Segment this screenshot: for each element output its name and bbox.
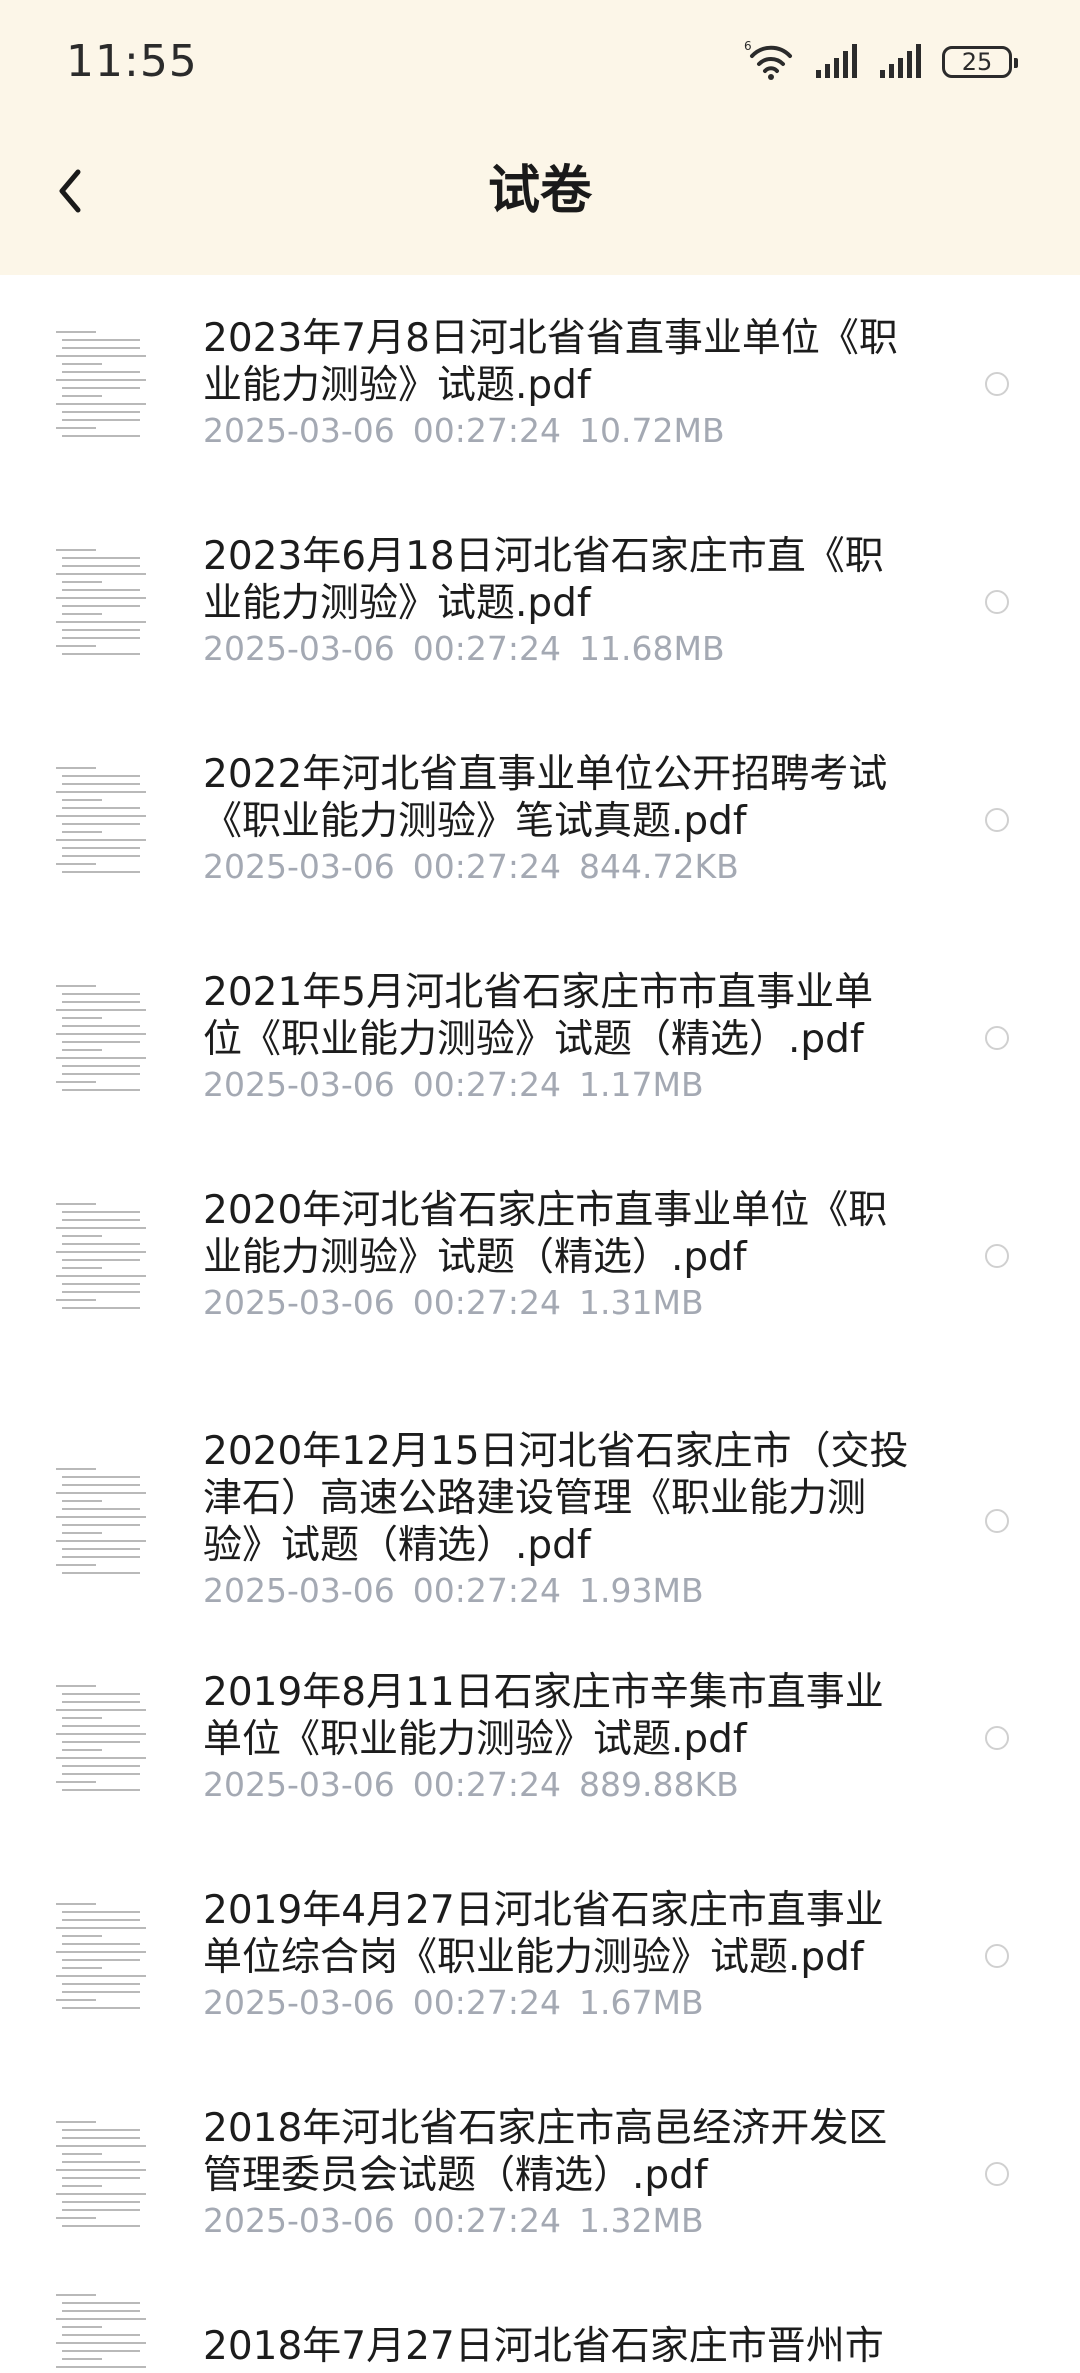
- file-list[interactable]: 2023年7月8日河北省省直事业单位《职 业能力测验》试题.pdf 2025-03…: [0, 275, 1080, 2373]
- file-time: 00:27:24: [412, 2201, 561, 2240]
- pdf-thumbnail: [52, 2287, 152, 2373]
- file-size: 1.32MB: [579, 2201, 704, 2240]
- file-name: 2023年7月8日河北省省直事业单位《职 业能力测验》试题.pdf: [203, 316, 898, 408]
- file-name: 2020年河北省石家庄市直事业单位《职 业能力测验》试题（精选）.pdf: [203, 1188, 888, 1280]
- file-name: 2022年河北省直事业单位公开招聘考试 《职业能力测验》笔试真题.pdf: [203, 752, 888, 844]
- file-name: 2020年12月15日河北省石家庄市（交投 津石）高速公路建设管理《职业能力测 …: [203, 1429, 909, 1568]
- file-name: 2018年河北省石家庄市高邑经济开发区 管理委员会试题（精选）.pdf: [203, 2106, 888, 2198]
- file-list-item[interactable]: 2019年8月11日石家庄市辛集市直事业 单位《职业能力测验》试题.pdf 202…: [0, 1669, 1080, 1807]
- file-date: 2025-03-06: [203, 847, 395, 886]
- file-list-item[interactable]: 2019年4月27日河北省石家庄市直事业 单位综合岗《职业能力测验》试题.pdf…: [0, 1887, 1080, 2025]
- file-meta: 2025-03-06 00:27:24 1.17MB: [203, 1063, 704, 1107]
- select-radio[interactable]: [985, 1026, 1009, 1050]
- file-list-item[interactable]: 2020年河北省石家庄市直事业单位《职 业能力测验》试题（精选）.pdf 2025…: [0, 1187, 1080, 1325]
- select-radio[interactable]: [985, 1508, 1009, 1533]
- status-time: 11:55: [66, 36, 198, 87]
- file-size: 1.17MB: [579, 1065, 704, 1104]
- file-meta: 2025-03-06 00:27:24 10.72MB: [203, 409, 725, 453]
- file-list-item[interactable]: 2022年河北省直事业单位公开招聘考试 《职业能力测验》笔试真题.pdf 2025…: [0, 751, 1080, 889]
- pdf-thumbnail: [52, 1679, 152, 1797]
- file-list-item[interactable]: 2020年12月15日河北省石家庄市（交投 津石）高速公路建设管理《职业能力测 …: [0, 1428, 1080, 1613]
- signal-icon: [878, 40, 924, 84]
- file-time: 00:27:24: [412, 411, 561, 450]
- file-time: 00:27:24: [412, 1065, 561, 1104]
- file-size: 1.31MB: [579, 1283, 704, 1322]
- file-name: 2021年5月河北省石家庄市市直事业单 位《职业能力测验》试题（精选）.pdf: [203, 970, 874, 1062]
- file-time: 00:27:24: [412, 629, 561, 668]
- file-date: 2025-03-06: [203, 1983, 395, 2022]
- file-date: 2025-03-06: [203, 411, 395, 450]
- file-list-item[interactable]: 2018年河北省石家庄市高邑经济开发区 管理委员会试题（精选）.pdf 2025-…: [0, 2105, 1080, 2243]
- file-date: 2025-03-06: [203, 1571, 395, 1610]
- file-meta: 2025-03-06 00:27:24 889.88KB: [203, 1763, 739, 1807]
- file-date: 2025-03-06: [203, 1283, 395, 1322]
- file-meta: 2025-03-06 00:27:24 1.31MB: [203, 1281, 704, 1325]
- file-name: 2019年8月11日石家庄市辛集市直事业 单位《职业能力测验》试题.pdf: [203, 1670, 884, 1762]
- file-size: 11.68MB: [579, 629, 725, 668]
- select-radio[interactable]: [985, 590, 1009, 614]
- file-meta: 2025-03-06 00:27:24 1.93MB: [203, 1569, 704, 1613]
- file-list-item[interactable]: 2023年6月18日河北省石家庄市直《职 业能力测验》试题.pdf 2025-03…: [0, 533, 1080, 671]
- file-meta: 2025-03-06 00:27:24 1.32MB: [203, 2199, 704, 2243]
- pdf-thumbnail: [52, 761, 152, 879]
- wifi-icon: 6: [744, 38, 796, 86]
- pdf-thumbnail: [52, 979, 152, 1097]
- file-date: 2025-03-06: [203, 629, 395, 668]
- pdf-thumbnail: [52, 325, 152, 443]
- file-date: 2025-03-06: [203, 1065, 395, 1104]
- svg-text:6: 6: [744, 39, 752, 53]
- signal-icon: [814, 40, 860, 84]
- select-radio[interactable]: [985, 808, 1009, 832]
- battery-level: 25: [961, 48, 993, 76]
- pdf-thumbnail: [52, 2115, 152, 2233]
- select-radio[interactable]: [985, 1944, 1009, 1968]
- pdf-thumbnail: [52, 1461, 152, 1580]
- file-name: 2023年6月18日河北省石家庄市直《职 业能力测验》试题.pdf: [203, 534, 884, 626]
- page-title: 试卷: [487, 161, 592, 221]
- file-list-item[interactable]: 2021年5月河北省石家庄市市直事业单 位《职业能力测验》试题（精选）.pdf 2…: [0, 969, 1080, 1107]
- file-time: 00:27:24: [412, 1983, 561, 2022]
- status-icons: 6 25: [744, 38, 1018, 86]
- file-meta: 2025-03-06 00:27:24 11.68MB: [203, 627, 725, 671]
- file-date: 2025-03-06: [203, 1765, 395, 1804]
- select-radio[interactable]: [985, 1244, 1009, 1268]
- file-size: 889.88KB: [579, 1765, 739, 1804]
- pdf-thumbnail: [52, 543, 152, 661]
- battery-icon: 25: [942, 46, 1018, 78]
- select-radio[interactable]: [985, 1726, 1009, 1750]
- app-header: 11:55 6 25 试卷: [0, 0, 1080, 275]
- select-radio[interactable]: [985, 2162, 1009, 2186]
- file-time: 00:27:24: [412, 1571, 561, 1610]
- file-size: 10.72MB: [579, 411, 725, 450]
- file-size: 844.72KB: [579, 847, 739, 886]
- select-radio[interactable]: [985, 372, 1009, 396]
- file-size: 1.93MB: [579, 1571, 704, 1610]
- file-time: 00:27:24: [412, 1765, 561, 1804]
- file-size: 1.67MB: [579, 1983, 704, 2022]
- file-meta: 2025-03-06 00:27:24 844.72KB: [203, 845, 739, 889]
- file-name: 2018年7月27日河北省石家庄市晋州市: [203, 2324, 884, 2369]
- file-list-item[interactable]: 2018年7月27日河北省石家庄市晋州市: [0, 2287, 1080, 2373]
- file-date: 2025-03-06: [203, 2201, 395, 2240]
- file-time: 00:27:24: [412, 847, 561, 886]
- pdf-thumbnail: [52, 1897, 152, 2015]
- file-time: 00:27:24: [412, 1283, 561, 1322]
- file-meta: 2025-03-06 00:27:24 1.67MB: [203, 1981, 704, 2025]
- file-list-item[interactable]: 2023年7月8日河北省省直事业单位《职 业能力测验》试题.pdf 2025-03…: [0, 315, 1080, 453]
- pdf-thumbnail: [52, 1197, 152, 1315]
- file-name: 2019年4月27日河北省石家庄市直事业 单位综合岗《职业能力测验》试题.pdf: [203, 1888, 884, 1980]
